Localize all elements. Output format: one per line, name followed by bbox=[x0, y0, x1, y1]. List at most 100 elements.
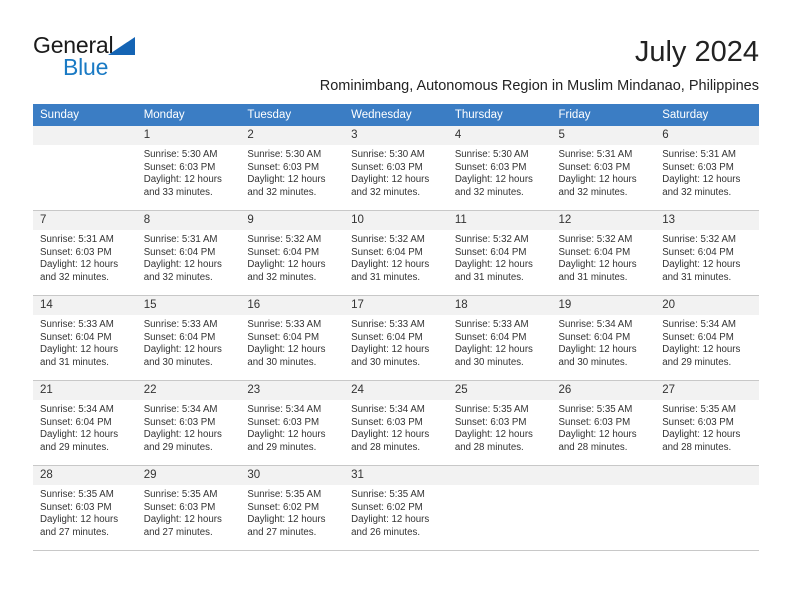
calendar-day-cell[interactable]: 12 Sunrise: 5:32 AM Sunset: 6:04 PM Dayligh… bbox=[551, 210, 656, 296]
page-title: July 2024 bbox=[634, 36, 759, 68]
calendar-day-cell[interactable]: 11 Sunrise: 5:32 AM Sunset: 6:04 PM Dayligh… bbox=[447, 210, 552, 296]
day-detail-line: Sunset: 6:03 PM bbox=[351, 416, 423, 428]
day-detail-line: Daylight: 12 hours bbox=[247, 514, 326, 526]
calendar-day-cell[interactable]: 7 Sunrise: 5:31 AM Sunset: 6:03 PM Daylight… bbox=[33, 210, 137, 296]
calendar-day-cell[interactable]: 28 Sunrise: 5:35 AM Sunset: 6:03 PM Dayligh… bbox=[33, 465, 137, 551]
day-number: 20 bbox=[655, 296, 759, 315]
calendar-day-cell[interactable]: 22 Sunrise: 5:34 AM Sunset: 6:03 PM Dayligh… bbox=[136, 380, 241, 466]
day-details: Sunrise: 5:33 AM Sunset: 6:04 PM Daylight:… bbox=[344, 315, 448, 369]
day-detail-line: Daylight: 12 hours bbox=[662, 259, 741, 271]
day-detail-line: Sunset: 6:04 PM bbox=[662, 331, 734, 343]
day-detail-line: Sunrise: 5:31 AM bbox=[143, 234, 218, 245]
calendar-day-cell[interactable]: 21 Sunrise: 5:34 AM Sunset: 6:04 PM Dayligh… bbox=[33, 380, 137, 466]
day-detail-line: and 30 minutes. bbox=[454, 356, 524, 368]
day-detail-line: Sunset: 6:04 PM bbox=[40, 416, 112, 428]
calendar-day-cell[interactable]: 26 Sunrise: 5:35 AM Sunset: 6:03 PM Dayligh… bbox=[551, 380, 656, 466]
calendar-day-cell[interactable]: 29 Sunrise: 5:35 AM Sunset: 6:03 PM Dayligh… bbox=[136, 465, 241, 551]
calendar-day-cell[interactable]: 1 Sunrise: 5:30 AM Sunset: 6:03 PM Daylight… bbox=[136, 126, 241, 211]
day-detail-line: Sunset: 6:04 PM bbox=[40, 331, 112, 343]
calendar-day-cell[interactable]: 27 Sunrise: 5:35 AM Sunset: 6:03 PM Dayligh… bbox=[655, 380, 759, 466]
calendar-day-cell[interactable]: 3 Sunrise: 5:30 AM Sunset: 6:03 PM Daylight… bbox=[344, 126, 448, 211]
day-detail-line: Sunrise: 5:31 AM bbox=[40, 234, 114, 245]
calendar-day-cell[interactable]: 8 Sunrise: 5:31 AM Sunset: 6:04 PM Daylight… bbox=[136, 210, 241, 296]
calendar-day-cell[interactable]: 18 Sunrise: 5:33 AM Sunset: 6:04 PM Dayligh… bbox=[447, 295, 552, 381]
day-detail-line: Sunset: 6:04 PM bbox=[662, 246, 734, 258]
page-header: General Blue July 2024 Rominimbang, Auto… bbox=[33, 28, 759, 100]
day-detail-line: Sunrise: 5:31 AM bbox=[558, 149, 633, 160]
calendar-day-cell[interactable]: 5 Sunrise: 5:31 AM Sunset: 6:03 PM Daylight… bbox=[551, 126, 656, 211]
day-number: 6 bbox=[655, 126, 759, 145]
day-detail-line: and 31 minutes. bbox=[558, 271, 628, 283]
day-detail-line: Sunset: 6:04 PM bbox=[351, 331, 423, 343]
day-number: 21 bbox=[33, 381, 137, 400]
calendar-day-cell[interactable]: 19 Sunrise: 5:34 AM Sunset: 6:04 PM Dayligh… bbox=[551, 295, 656, 381]
day-detail-line: and 32 minutes. bbox=[247, 186, 317, 198]
calendar-day-cell[interactable]: 17 Sunrise: 5:33 AM Sunset: 6:04 PM Dayligh… bbox=[344, 295, 448, 381]
day-detail-line: Sunset: 6:03 PM bbox=[558, 161, 631, 173]
day-cell-inner bbox=[447, 466, 552, 550]
day-detail-line: Sunset: 6:03 PM bbox=[662, 161, 734, 173]
day-number: 18 bbox=[447, 296, 552, 315]
day-detail-line: Sunrise: 5:35 AM bbox=[143, 489, 218, 500]
day-cell-inner: 18 Sunrise: 5:33 AM Sunset: 6:04 PM Dayligh… bbox=[447, 296, 552, 380]
day-detail-line: and 33 minutes. bbox=[143, 186, 213, 198]
day-detail-line: Sunrise: 5:35 AM bbox=[662, 404, 736, 415]
day-detail-line: Sunset: 6:04 PM bbox=[143, 331, 216, 343]
day-details: Sunrise: 5:35 AM Sunset: 6:03 PM Daylight:… bbox=[552, 400, 656, 454]
day-number: 28 bbox=[33, 466, 137, 485]
day-detail-line: Daylight: 12 hours bbox=[351, 514, 430, 526]
calendar-week-row: 1 Sunrise: 5:30 AM Sunset: 6:03 PM Daylight… bbox=[33, 126, 759, 211]
calendar-day-cell[interactable]: 9 Sunrise: 5:32 AM Sunset: 6:04 PM Daylight… bbox=[240, 210, 345, 296]
calendar-day-cell[interactable]: 25 Sunrise: 5:35 AM Sunset: 6:03 PM Dayligh… bbox=[447, 380, 552, 466]
day-cell-inner: 12 Sunrise: 5:32 AM Sunset: 6:04 PM Dayligh… bbox=[551, 211, 656, 295]
day-detail-line: Sunrise: 5:32 AM bbox=[247, 234, 322, 245]
day-detail-line: Daylight: 12 hours bbox=[247, 259, 326, 271]
day-details: Sunrise: 5:30 AM Sunset: 6:03 PM Daylight:… bbox=[137, 145, 241, 199]
general-blue-logo[interactable]: General Blue bbox=[33, 32, 223, 84]
calendar-day-cell[interactable]: 4 Sunrise: 5:30 AM Sunset: 6:03 PM Daylight… bbox=[447, 126, 552, 211]
day-detail-line: Sunset: 6:03 PM bbox=[247, 161, 320, 173]
day-details: Sunrise: 5:34 AM Sunset: 6:03 PM Daylight:… bbox=[344, 400, 448, 454]
day-cell-inner: 27 Sunrise: 5:35 AM Sunset: 6:03 PM Dayligh… bbox=[655, 381, 759, 465]
calendar-day-cell[interactable]: 20 Sunrise: 5:34 AM Sunset: 6:04 PM Dayligh… bbox=[655, 295, 759, 381]
day-detail-line: Sunrise: 5:32 AM bbox=[558, 234, 633, 245]
day-cell-inner: 1 Sunrise: 5:30 AM Sunset: 6:03 PM Daylight… bbox=[136, 126, 241, 210]
day-details: Sunrise: 5:31 AM Sunset: 6:04 PM Daylight:… bbox=[137, 230, 241, 284]
calendar-day-cell[interactable]: 13 Sunrise: 5:32 AM Sunset: 6:04 PM Dayligh… bbox=[655, 210, 759, 296]
day-cell-inner: 3 Sunrise: 5:30 AM Sunset: 6:03 PM Daylight… bbox=[344, 126, 448, 210]
day-cell-inner: 14 Sunrise: 5:33 AM Sunset: 6:04 PM Dayligh… bbox=[33, 296, 137, 380]
calendar-day-cell[interactable]: 30 Sunrise: 5:35 AM Sunset: 6:02 PM Dayligh… bbox=[240, 465, 345, 551]
day-cell-inner bbox=[33, 126, 137, 210]
page-subtitle: Rominimbang, Autonomous Region in Muslim… bbox=[319, 78, 759, 94]
day-detail-line: and 29 minutes. bbox=[143, 441, 213, 453]
day-details: Sunrise: 5:32 AM Sunset: 6:04 PM Daylight:… bbox=[344, 230, 448, 284]
calendar-week-row: 7 Sunrise: 5:31 AM Sunset: 6:03 PM Daylight… bbox=[33, 210, 759, 296]
day-detail-line: Sunrise: 5:32 AM bbox=[454, 234, 529, 245]
day-cell-inner: 31 Sunrise: 5:35 AM Sunset: 6:02 PM Dayligh… bbox=[344, 466, 448, 550]
day-details: Sunrise: 5:34 AM Sunset: 6:04 PM Daylight:… bbox=[655, 315, 759, 369]
weekday-header-friday: Friday bbox=[551, 104, 656, 126]
calendar-day-cell[interactable]: 10 Sunrise: 5:32 AM Sunset: 6:04 PM Dayligh… bbox=[344, 210, 448, 296]
day-detail-line: Sunset: 6:03 PM bbox=[40, 501, 112, 513]
day-details: Sunrise: 5:33 AM Sunset: 6:04 PM Daylight:… bbox=[137, 315, 241, 369]
day-number bbox=[33, 126, 137, 145]
calendar-day-cell[interactable]: 14 Sunrise: 5:33 AM Sunset: 6:04 PM Dayligh… bbox=[33, 295, 137, 381]
day-detail-line: and 32 minutes. bbox=[351, 186, 421, 198]
calendar-day-cell[interactable]: 15 Sunrise: 5:33 AM Sunset: 6:04 PM Dayligh… bbox=[136, 295, 241, 381]
calendar-day-cell[interactable]: 31 Sunrise: 5:35 AM Sunset: 6:02 PM Dayligh… bbox=[344, 465, 448, 551]
day-detail-line: and 31 minutes. bbox=[662, 271, 732, 283]
day-details: Sunrise: 5:35 AM Sunset: 6:03 PM Daylight:… bbox=[137, 485, 241, 539]
calendar-day-cell[interactable]: 23 Sunrise: 5:34 AM Sunset: 6:03 PM Dayligh… bbox=[240, 380, 345, 466]
day-detail-line: and 28 minutes. bbox=[351, 441, 421, 453]
calendar-day-cell[interactable]: 24 Sunrise: 5:34 AM Sunset: 6:03 PM Dayligh… bbox=[344, 380, 448, 466]
day-detail-line: Sunrise: 5:33 AM bbox=[40, 319, 114, 330]
weekday-header-row: Sunday Monday Tuesday Wednesday Thursday Frid… bbox=[33, 104, 759, 126]
calendar-day-cell[interactable]: 16 Sunrise: 5:33 AM Sunset: 6:04 PM Dayligh… bbox=[240, 295, 345, 381]
day-number: 15 bbox=[136, 296, 241, 315]
calendar-day-cell[interactable]: 2 Sunrise: 5:30 AM Sunset: 6:03 PM Daylight… bbox=[240, 126, 345, 211]
day-number: 26 bbox=[551, 381, 656, 400]
day-detail-line: Daylight: 12 hours bbox=[558, 259, 637, 271]
day-details: Sunrise: 5:31 AM Sunset: 6:03 PM Daylight:… bbox=[552, 145, 656, 199]
calendar-day-cell[interactable]: 6 Sunrise: 5:31 AM Sunset: 6:03 PM Daylight… bbox=[655, 126, 759, 211]
day-number bbox=[447, 466, 552, 485]
